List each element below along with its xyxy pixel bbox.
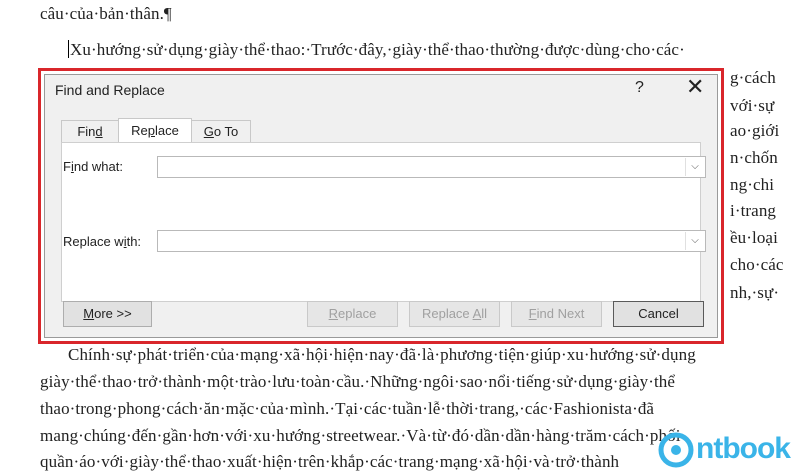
doc-line-fragment: cho·các — [730, 255, 784, 274]
doc-line-fragment: ng·chi — [730, 175, 775, 194]
doc-line: Chính·sự·phát·triển·của·mạng·xã·hội·hiện… — [68, 345, 696, 364]
help-button[interactable]: ? — [635, 79, 644, 97]
doc-line-with-cursor[interactable]: Xu·hướng·sử·dụng·giày·thể·thao:·Trước·đâ… — [68, 40, 685, 60]
find-what-input[interactable]: ⌵ — [157, 156, 706, 178]
doc-line: mang·chúng·đến·gần·hơn·với·xu·hướng·stre… — [40, 426, 681, 445]
dialog-title: Find and Replace — [55, 82, 165, 98]
close-icon[interactable]: ✕ — [686, 76, 704, 98]
doc-line-text: Xu·hướng·sử·dụng·giày·thể·thao:·Trước·đâ… — [70, 40, 685, 59]
chevron-down-icon[interactable]: ⌵ — [685, 158, 704, 176]
chevron-down-icon[interactable]: ⌵ — [685, 232, 704, 250]
find-replace-dialog: Find and Replace ? ✕ Find Replace Go To … — [44, 74, 718, 338]
doc-line-fragment: ều·loại — [730, 228, 778, 247]
doc-line: câu·của·bản·thân.¶ — [40, 4, 172, 23]
doc-line: quần·áo·với·giày·thể·thao·xuất·hiện·trên… — [40, 452, 620, 471]
more-button[interactable]: More >> — [63, 301, 152, 327]
doc-line-fragment: với·sự — [730, 96, 775, 115]
doc-line-fragment: ao·giới — [730, 121, 780, 140]
tab-go-to[interactable]: Go To — [191, 120, 251, 142]
dialog-titlebar[interactable]: Find and Replace ? ✕ — [45, 75, 717, 105]
find-what-label: Find what: — [63, 159, 123, 174]
doc-line: thao·trong·phong·cách·ăn·mặc·của·mình.·T… — [40, 399, 655, 418]
doc-line-fragment: g·cách — [730, 68, 776, 87]
doc-line: giày·thể·thao·trở·thành·một·trào·lưu·toà… — [40, 372, 676, 391]
tab-find[interactable]: Find — [61, 120, 119, 142]
tab-replace[interactable]: Replace — [118, 118, 192, 142]
cancel-button[interactable]: Cancel — [613, 301, 704, 327]
doc-line-fragment: i·trang — [730, 201, 777, 220]
watermark-logo: ntbook — [656, 428, 796, 472]
doc-line-fragment: nh,·sự· — [730, 283, 780, 302]
watermark-logo-icon — [658, 432, 694, 468]
text-cursor — [68, 40, 69, 58]
watermark-text: ntbook — [696, 432, 791, 465]
find-next-button[interactable]: Find Next — [511, 301, 602, 327]
replace-with-input[interactable]: ⌵ — [157, 230, 706, 252]
replace-button[interactable]: Replace — [307, 301, 398, 327]
doc-line-fragment: n·chốn — [730, 148, 778, 167]
replace-with-label: Replace with: — [63, 234, 142, 249]
replace-all-button[interactable]: Replace All — [409, 301, 500, 327]
